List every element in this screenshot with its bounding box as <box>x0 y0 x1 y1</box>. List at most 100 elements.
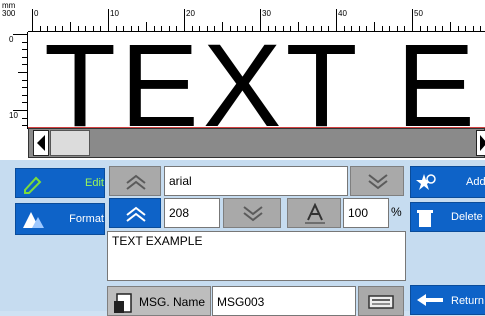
ruler-tick <box>184 9 185 31</box>
font-size-icon <box>305 203 325 224</box>
ruler-tick <box>32 9 33 31</box>
ruler-tick <box>328 26 330 31</box>
double-chevron-down-icon <box>368 174 388 190</box>
ruler-tick <box>100 26 102 31</box>
ruler-tick <box>434 26 436 31</box>
ruler-tick <box>336 9 337 31</box>
ruler-tick <box>22 125 27 127</box>
ruler-tick <box>381 26 383 31</box>
scale-button[interactable] <box>287 198 341 228</box>
message-text-field[interactable]: TEXT EXAMPLE <box>107 231 406 281</box>
format-label: Format <box>69 213 104 225</box>
ruler-label: 40 <box>338 9 347 18</box>
ruler-tick <box>22 49 27 51</box>
ruler-tick <box>282 26 284 31</box>
scale-field[interactable]: 100 <box>343 198 389 228</box>
ruler-tick <box>374 22 375 31</box>
ruler-tick <box>199 26 201 31</box>
ruler-tick <box>92 26 94 31</box>
font-name-field[interactable]: arial <box>164 166 348 196</box>
ruler-tick <box>298 22 299 31</box>
ruler-tick <box>358 26 360 31</box>
keyboard-icon <box>368 295 394 309</box>
ruler-tick <box>396 26 398 31</box>
msg-name-label-box: MSG. Name <box>107 286 211 316</box>
scale-unit: % <box>391 205 402 219</box>
ruler-tick <box>39 26 41 31</box>
ruler-tick <box>161 26 163 31</box>
ruler-tick <box>54 26 56 31</box>
ruler-tick <box>389 26 391 31</box>
double-chevron-up-icon <box>126 174 146 190</box>
ruler-tick <box>237 26 239 31</box>
font-prev-button[interactable] <box>109 166 161 196</box>
ruler-tick <box>22 117 27 119</box>
arrow-return-icon <box>417 294 443 306</box>
return-label: Return <box>451 295 485 307</box>
ruler-tick <box>47 26 49 31</box>
add-button[interactable]: Add <box>410 166 485 198</box>
ruler-tick <box>343 26 345 31</box>
ruler-label: 10 <box>9 111 18 120</box>
arrow-left-icon <box>37 135 45 151</box>
ruler-tick <box>206 26 208 31</box>
print-canvas[interactable]: TEXT E <box>28 33 485 129</box>
ruler-tick <box>214 26 216 31</box>
ruler-tick <box>22 41 27 43</box>
ruler-tick <box>13 34 27 35</box>
ruler-tick <box>22 87 27 89</box>
ruler-tick <box>275 26 277 31</box>
ruler-label: 0 <box>9 35 14 44</box>
ruler-tick <box>22 56 27 58</box>
ruler-tick <box>404 26 406 31</box>
format-icon <box>23 212 44 228</box>
ruler-tick <box>108 9 109 31</box>
ruler-tick <box>222 22 223 31</box>
star-add-icon <box>416 174 436 190</box>
font-next-button[interactable] <box>350 166 404 196</box>
ruler-label: 0 <box>34 9 39 18</box>
ruler-tick <box>313 26 315 31</box>
ruler-tick <box>465 26 467 31</box>
ruler-tick <box>22 94 27 96</box>
keyboard-button[interactable] <box>358 286 404 316</box>
ruler-tick <box>305 26 307 31</box>
arrow-right-icon <box>480 135 485 151</box>
size-down-button[interactable] <box>223 198 281 228</box>
ruler-tick <box>168 26 170 31</box>
ruler-tick <box>22 102 27 104</box>
ruler-tick <box>85 26 87 31</box>
ruler-tick <box>457 26 459 31</box>
ruler-tick <box>146 22 147 31</box>
ruler-tick <box>77 26 79 31</box>
scroll-left-button[interactable] <box>33 130 49 156</box>
ruler-tick <box>123 26 125 31</box>
ruler-label: 10 <box>110 9 119 18</box>
ruler-tick <box>138 26 140 31</box>
double-chevron-down-icon <box>243 206 263 222</box>
pencil-icon <box>24 176 42 194</box>
ruler-tick <box>62 26 64 31</box>
scroll-right-button[interactable] <box>476 130 485 156</box>
ruler-tick <box>450 22 451 31</box>
trash-icon <box>417 210 433 227</box>
ruler-tick <box>191 26 193 31</box>
horizontal-ruler: 0 10 20 30 40 50 <box>28 0 485 32</box>
canvas-text[interactable]: TEXT E <box>44 33 479 129</box>
scroll-thumb[interactable] <box>50 130 90 156</box>
size-up-button[interactable] <box>109 198 161 228</box>
msg-name-field[interactable]: MSG003 <box>212 286 356 316</box>
horizontal-scrollbar[interactable] <box>28 128 485 158</box>
ruler-tick <box>267 26 269 31</box>
delete-button[interactable]: Delete <box>410 202 485 232</box>
size-field[interactable]: 208 <box>164 198 220 228</box>
ruler-tick <box>176 26 178 31</box>
ruler-tick <box>472 26 474 31</box>
edit-button[interactable]: Edit <box>15 168 105 198</box>
add-label: Add <box>466 176 485 188</box>
format-button[interactable]: Format <box>15 203 105 235</box>
document-icon <box>114 293 132 313</box>
ruler-tick <box>18 72 27 73</box>
ruler-unit-bottom: 300 <box>2 9 16 18</box>
ruler-tick <box>153 26 155 31</box>
